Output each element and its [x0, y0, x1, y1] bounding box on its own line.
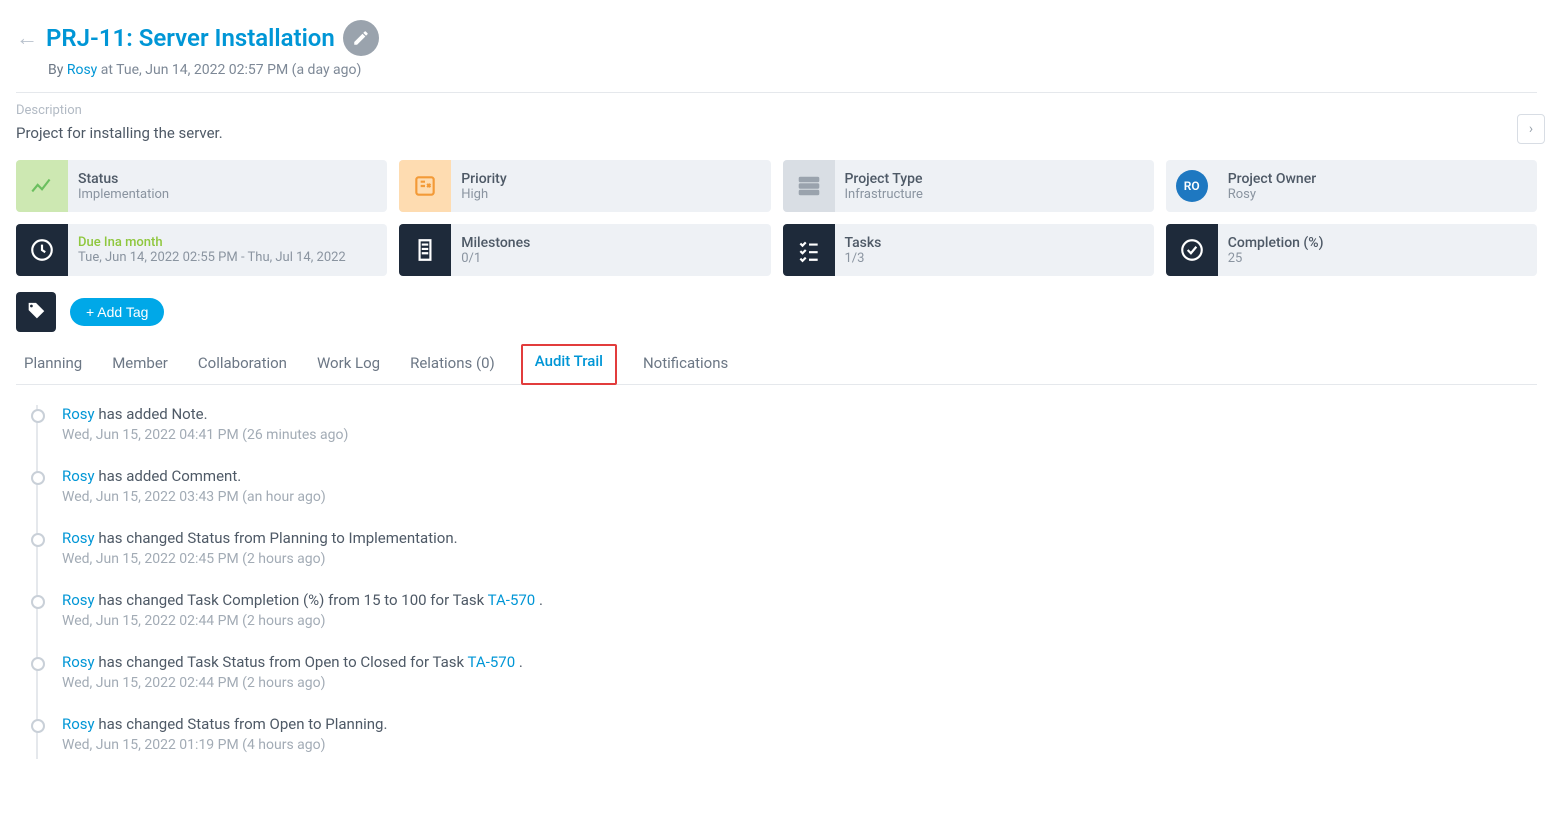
page-header: ← PRJ-11: Server Installation: [16, 16, 1537, 58]
byline: By Rosy at Tue, Jun 14, 2022 02:57 PM (a…: [16, 58, 1537, 92]
audit-message: Rosy has changed Status from Open to Pla…: [62, 715, 1537, 733]
tab-member[interactable]: Member: [108, 344, 172, 385]
audit-user[interactable]: Rosy: [62, 591, 95, 609]
card-project-type[interactable]: Project Type Infrastructure: [783, 160, 1154, 212]
audit-message: Rosy has added Comment.: [62, 467, 1537, 485]
project-type-icon: [783, 160, 835, 212]
card-status[interactable]: Status Implementation: [16, 160, 387, 212]
clock-icon: [16, 224, 68, 276]
status-icon: [16, 160, 68, 212]
audit-timestamp: Wed, Jun 15, 2022 02:44 PM (2 hours ago): [62, 613, 1537, 629]
tab-work-log[interactable]: Work Log: [313, 344, 384, 385]
audit-timestamp: Wed, Jun 15, 2022 01:19 PM (4 hours ago): [62, 737, 1537, 753]
owner-avatar: RO: [1166, 160, 1218, 212]
tag-icon[interactable]: [16, 292, 56, 332]
audit-item: Rosy has changed Task Status from Open t…: [36, 653, 1537, 715]
card-priority[interactable]: Priority High: [399, 160, 770, 212]
audit-user[interactable]: Rosy: [62, 405, 95, 423]
audit-user[interactable]: Rosy: [62, 653, 95, 671]
audit-message: Rosy has changed Status from Planning to…: [62, 529, 1537, 547]
priority-icon: [399, 160, 451, 212]
tab-planning[interactable]: Planning: [20, 344, 86, 385]
byline-timestamp: at Tue, Jun 14, 2022 02:57 PM (a day ago…: [97, 62, 361, 78]
audit-task-link[interactable]: TA-570: [488, 591, 536, 609]
card-owner[interactable]: RO Project Owner Rosy: [1166, 160, 1537, 212]
divider: [16, 92, 1537, 93]
audit-message: Rosy has added Note.: [62, 405, 1537, 423]
card-tasks[interactable]: Tasks 1/3: [783, 224, 1154, 276]
audit-timestamp: Wed, Jun 15, 2022 03:43 PM (an hour ago): [62, 489, 1537, 505]
completion-icon: [1166, 224, 1218, 276]
back-arrow-icon[interactable]: ←: [16, 25, 38, 51]
audit-task-link[interactable]: TA-570: [468, 653, 516, 671]
audit-item: Rosy has changed Task Completion (%) fro…: [36, 591, 1537, 653]
card-completion[interactable]: Completion (%) 25: [1166, 224, 1537, 276]
add-tag-button[interactable]: + Add Tag: [70, 298, 164, 326]
byline-user[interactable]: Rosy: [67, 62, 97, 78]
audit-item: Rosy has added Comment. Wed, Jun 15, 2022…: [36, 467, 1537, 529]
audit-timestamp: Wed, Jun 15, 2022 04:41 PM (26 minutes a…: [62, 427, 1537, 443]
tags-row: + Add Tag: [16, 292, 1537, 332]
tab-collaboration[interactable]: Collaboration: [194, 344, 291, 385]
page-title: PRJ-11: Server Installation: [46, 24, 335, 52]
tab-relations-0-[interactable]: Relations (0): [406, 344, 499, 385]
avatar: RO: [1176, 170, 1208, 202]
audit-item: Rosy has added Note. Wed, Jun 15, 2022 04…: [36, 405, 1537, 467]
info-grid: Status Implementation Priority High Proj…: [16, 160, 1537, 276]
tab-audit-trail[interactable]: Audit Trail: [521, 344, 617, 385]
edit-button[interactable]: [343, 20, 379, 56]
expand-panel-button[interactable]: ›: [1517, 114, 1545, 144]
tabs: Planning Member Collaboration Work Log Relat…: [16, 344, 1537, 385]
audit-user[interactable]: Rosy: [62, 715, 95, 733]
tab-notifications[interactable]: Notifications: [639, 344, 732, 385]
audit-message: Rosy has changed Task Status from Open t…: [62, 653, 1537, 671]
card-due[interactable]: Due Ina month Tue, Jun 14, 2022 02:55 PM…: [16, 224, 387, 276]
pencil-icon: [352, 29, 370, 47]
audit-timestamp: Wed, Jun 15, 2022 02:45 PM (2 hours ago): [62, 551, 1537, 567]
description-text: Project for installing the server.: [16, 124, 1537, 142]
card-milestones[interactable]: Milestones 0/1: [399, 224, 770, 276]
audit-user[interactable]: Rosy: [62, 529, 95, 547]
audit-user[interactable]: Rosy: [62, 467, 95, 485]
milestone-icon: [399, 224, 451, 276]
tasks-icon: [783, 224, 835, 276]
audit-timestamp: Wed, Jun 15, 2022 02:44 PM (2 hours ago): [62, 675, 1537, 691]
audit-trail-list: Rosy has added Note. Wed, Jun 15, 2022 04…: [16, 405, 1537, 759]
audit-item: Rosy has changed Status from Planning to…: [36, 529, 1537, 591]
audit-item: Rosy has changed Status from Open to Pla…: [36, 715, 1537, 759]
audit-message: Rosy has changed Task Completion (%) fro…: [62, 591, 1537, 609]
description-label: Description: [16, 103, 1537, 118]
